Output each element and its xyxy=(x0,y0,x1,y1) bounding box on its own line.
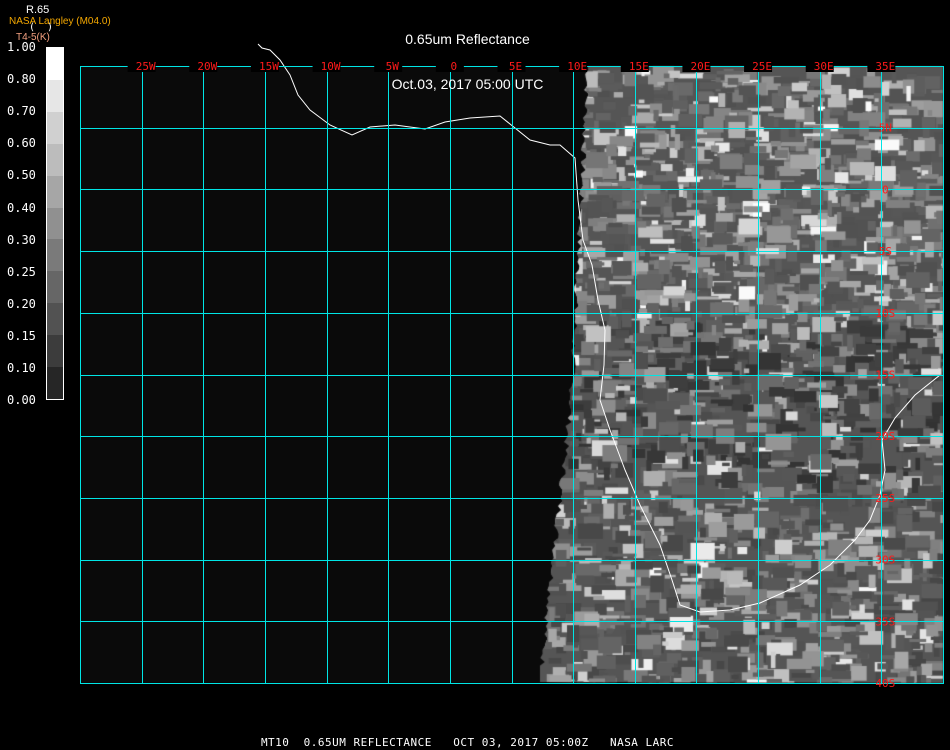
coastline xyxy=(257,43,941,613)
colorbar-label: 0.15 xyxy=(7,328,36,343)
colorbar-label: 0.10 xyxy=(7,361,36,375)
latitude-label: 5S xyxy=(879,245,892,258)
colorbar-segment xyxy=(47,303,63,337)
latitude-label: 40S xyxy=(875,677,895,690)
latitude-label: 15S xyxy=(875,369,895,382)
latitude-label: 25S xyxy=(875,492,895,505)
colorbar-segment xyxy=(47,175,63,209)
map-overlay: 25W 20W 15W 10W 5W 0 5E 10E 15E 20E 25E 30E 35E5N05S… xyxy=(80,43,944,690)
colorbar-label: 0.25 xyxy=(7,264,36,279)
colorbar-segment xyxy=(47,335,63,369)
colorbar-segment xyxy=(47,367,63,399)
colorbar-segment xyxy=(47,111,63,145)
colorbar-label: 0.00 xyxy=(7,393,36,408)
colorbar-label: 1.00 xyxy=(7,40,36,54)
colorbar-segment xyxy=(47,271,63,305)
colorbar-segment xyxy=(47,239,63,273)
colorbar-segment xyxy=(47,48,63,81)
colorbar-label: 0.30 xyxy=(7,232,36,247)
latitude-label: 0 xyxy=(882,183,889,196)
latitude-label: 5N xyxy=(879,122,892,135)
colorbar-segment xyxy=(47,79,63,113)
organization-label: NASA Langley (M04.0) xyxy=(9,16,111,27)
colorbar-label: 0.70 xyxy=(7,104,36,119)
satellite-image[interactable] xyxy=(0,0,950,750)
colorbar-segment xyxy=(47,143,63,177)
colorbar-label: 0.80 xyxy=(7,72,36,87)
latitude-label: 35S xyxy=(875,615,895,628)
colorbar-label: 0.50 xyxy=(7,168,36,183)
legend-variable: R.65 xyxy=(26,4,50,16)
latitude-label: 10S xyxy=(875,307,895,320)
latitude-label: 20S xyxy=(875,430,895,443)
colorbar-label: 0.40 xyxy=(7,200,36,215)
latitude-label: 30S xyxy=(875,554,895,567)
footer-caption: MT10 0.65UM REFLECTANCE OCT 03, 2017 05:… xyxy=(260,736,675,749)
datetime: Oct.03, 2017 05:00 UTC xyxy=(391,76,544,92)
map-title: 0.65um Reflectance Oct.03, 2017 05:00 UT… xyxy=(0,2,935,107)
colorbar xyxy=(46,47,64,400)
colorbar-label: 0.60 xyxy=(7,136,36,151)
map-frame xyxy=(80,66,944,684)
colorbar-segment xyxy=(47,207,63,241)
product-title: 0.65um Reflectance xyxy=(405,31,530,47)
colorbar-label: 0.20 xyxy=(7,296,36,311)
